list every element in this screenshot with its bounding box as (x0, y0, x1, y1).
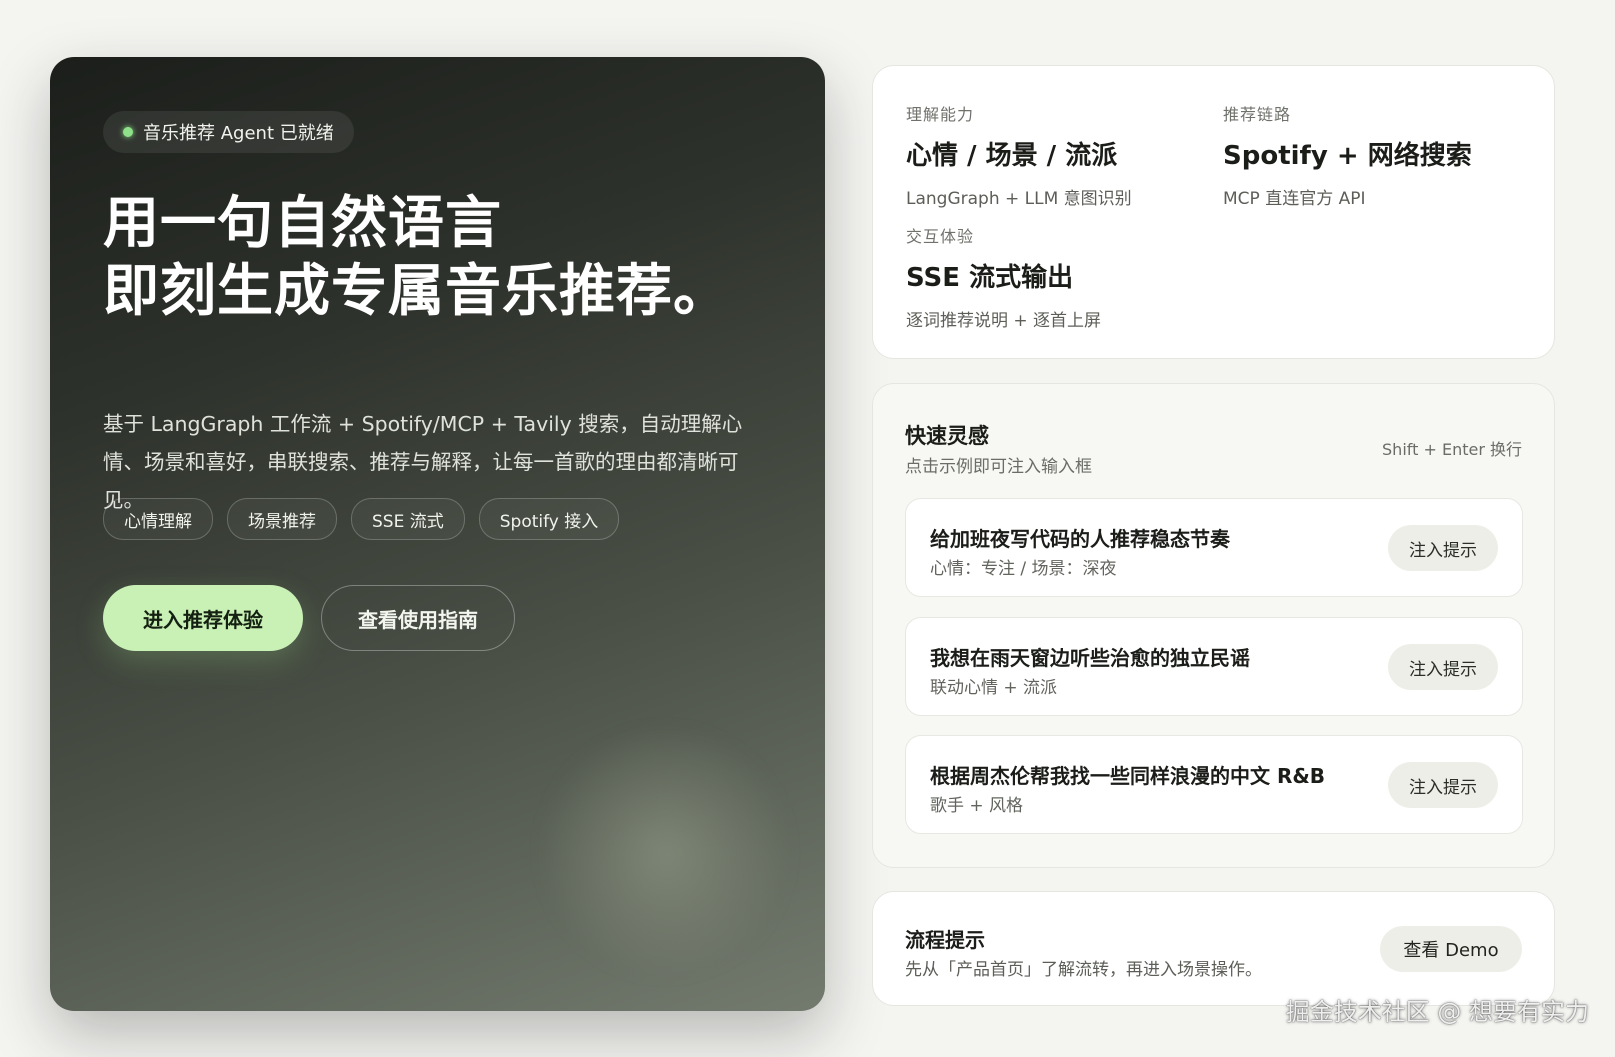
inject-prompt-button[interactable]: 注入提示 (1388, 644, 1498, 690)
prompt-title: 我想在雨天窗边听些治愈的独立民谣 (930, 646, 1250, 670)
capability-label: 交互体验 (906, 227, 975, 246)
enter-experience-button[interactable]: 进入推荐体验 (103, 585, 303, 651)
capability-subtitle: 逐词推荐说明 + 逐首上屏 (906, 311, 1102, 331)
capability-subtitle: LangGraph + LLM 意图识别 (906, 189, 1132, 209)
hero-title-line-2: 即刻生成专属音乐推荐。 (103, 259, 730, 324)
hero-glow-decoration (540, 727, 790, 977)
quick-title: 快速灵感 (905, 424, 989, 448)
capability-title: 心情 / 场景 / 流派 (906, 141, 1118, 171)
capabilities-card: 理解能力 心情 / 场景 / 流派 LangGraph + LLM 意图识别 推… (872, 65, 1555, 359)
tag-mood: 心情理解 (103, 498, 213, 540)
status-dot-icon (123, 127, 133, 137)
keyboard-hint: Shift + Enter 换行 (1382, 440, 1522, 459)
prompt-example[interactable]: 根据周杰伦帮我找一些同样浪漫的中文 R&B 歌手 + 风格 注入提示 (905, 735, 1523, 834)
view-demo-button[interactable]: 查看 Demo (1380, 926, 1522, 972)
agent-status-text: 音乐推荐 Agent 已就绪 (143, 123, 334, 144)
flow-title: 流程提示 (905, 928, 985, 952)
capability-subtitle: MCP 直连官方 API (1223, 189, 1366, 209)
feature-tags: 心情理解 场景推荐 SSE 流式 Spotify 接入 (103, 498, 620, 540)
flow-description: 先从「产品首页」了解流转，再进入场景操作。 (905, 960, 1262, 980)
capability-understanding: 理解能力 心情 / 场景 / 流派 LangGraph + LLM 意图识别 (906, 101, 1132, 209)
watermark: 掘金技术社区 @ 想要有实力 (1285, 998, 1589, 1026)
capability-label: 推荐链路 (1223, 105, 1292, 124)
inject-prompt-button[interactable]: 注入提示 (1388, 762, 1498, 808)
capability-title: SSE 流式输出 (906, 263, 1074, 293)
tag-sse: SSE 流式 (351, 498, 465, 540)
quick-inspiration-card: 快速灵感 点击示例即可注入输入框 Shift + Enter 换行 给加班夜写代… (872, 383, 1555, 868)
tag-spotify: Spotify 接入 (478, 498, 620, 540)
quick-subtitle: 点击示例即可注入输入框 (905, 457, 1092, 477)
inject-prompt-button[interactable]: 注入提示 (1388, 525, 1498, 571)
capability-interaction: 交互体验 SSE 流式输出 逐词推荐说明 + 逐首上屏 (906, 223, 1101, 331)
view-guide-button[interactable]: 查看使用指南 (321, 585, 515, 651)
prompt-meta: 心情：专注 / 场景：深夜 (930, 559, 1117, 579)
prompt-meta: 歌手 + 风格 (930, 796, 1024, 816)
prompt-meta: 联动心情 + 流派 (930, 678, 1058, 698)
tag-scene: 场景推荐 (227, 498, 337, 540)
hero-title: 用一句自然语言 即刻生成专属音乐推荐。 (103, 190, 730, 326)
prompt-example[interactable]: 给加班夜写代码的人推荐稳态节奏 心情：专注 / 场景：深夜 注入提示 (905, 498, 1523, 597)
flow-hint-card: 流程提示 先从「产品首页」了解流转，再进入场景操作。 查看 Demo (872, 891, 1555, 1006)
prompt-title: 给加班夜写代码的人推荐稳态节奏 (930, 527, 1230, 551)
capability-title: Spotify + 网络搜索 (1223, 141, 1472, 171)
prompt-title: 根据周杰伦帮我找一些同样浪漫的中文 R&B (930, 764, 1326, 788)
hero-actions: 进入推荐体验 查看使用指南 (103, 585, 515, 651)
hero-panel: 音乐推荐 Agent 已就绪 用一句自然语言 即刻生成专属音乐推荐。 基于 La… (50, 57, 825, 1011)
agent-status-badge: 音乐推荐 Agent 已就绪 (103, 111, 354, 153)
prompt-example[interactable]: 我想在雨天窗边听些治愈的独立民谣 联动心情 + 流派 注入提示 (905, 617, 1523, 716)
capability-label: 理解能力 (906, 105, 975, 124)
hero-title-line-1: 用一句自然语言 (103, 191, 502, 256)
capability-recommend-chain: 推荐链路 Spotify + 网络搜索 MCP 直连官方 API (1223, 101, 1472, 209)
